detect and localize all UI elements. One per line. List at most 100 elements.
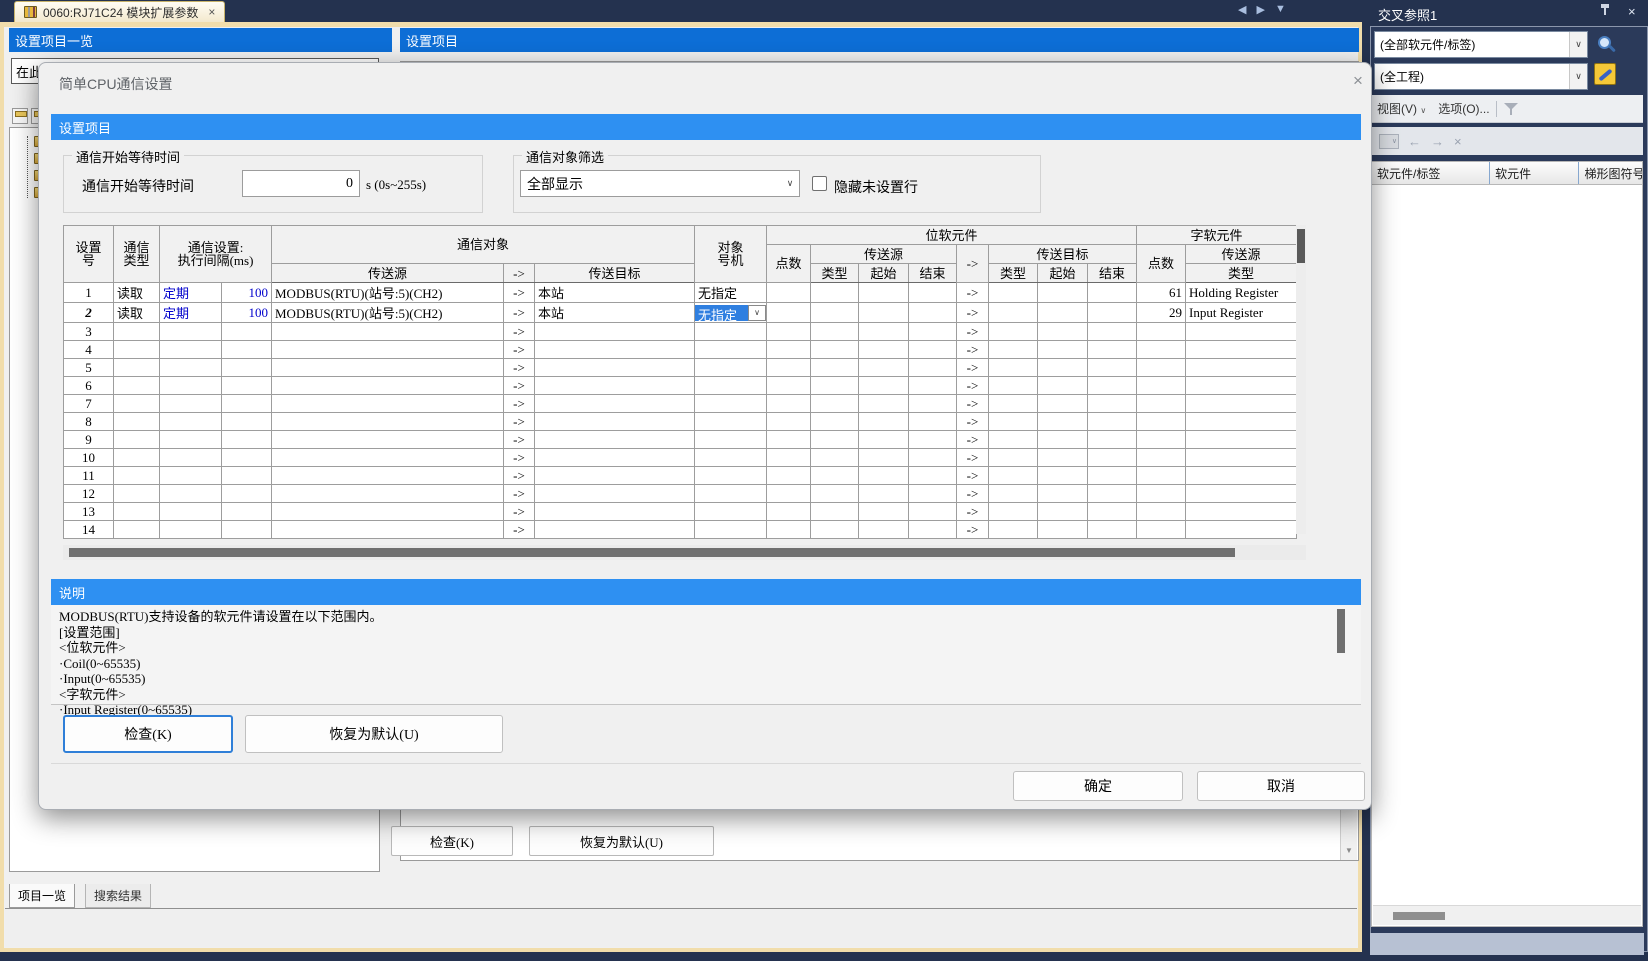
combo-dropdown-icon[interactable]: ∨ xyxy=(1569,64,1587,89)
scope-combobox[interactable]: (全工程) ∨ xyxy=(1374,63,1588,90)
table-vertical-scrollbar[interactable] xyxy=(1296,225,1306,534)
cell-target-station[interactable] xyxy=(695,341,767,359)
cell-target-station[interactable] xyxy=(695,485,767,503)
cell-comm-type[interactable] xyxy=(114,377,160,395)
cell-target-station[interactable] xyxy=(695,503,767,521)
ok-button[interactable]: 确定 xyxy=(1013,771,1183,801)
filter-dropdown[interactable]: 全部显示 ∨ xyxy=(520,170,800,197)
tab-item-list[interactable]: 项目一览 xyxy=(9,884,75,908)
tab-list-icon[interactable]: ▼ xyxy=(1275,3,1286,16)
cell-target-station[interactable] xyxy=(695,467,767,485)
target-station-dropdown-icon[interactable]: ∨ xyxy=(748,305,766,321)
cell-bit-dst-end xyxy=(1088,503,1137,521)
cell-bit-dst-end xyxy=(1088,467,1137,485)
prev-tab-icon[interactable]: ◀ xyxy=(1238,3,1246,16)
cell-comm-type[interactable] xyxy=(114,431,160,449)
filter-icon[interactable] xyxy=(1503,102,1519,116)
cell-comm-type[interactable] xyxy=(114,395,160,413)
cell-target-station[interactable]: 无指定 xyxy=(695,283,767,303)
document-tab[interactable]: 0060:RJ71C24 模块扩展参数 × xyxy=(14,1,225,22)
view-menu[interactable]: 视图(V) ∨ xyxy=(1377,100,1426,117)
cell-comm-setting[interactable]: 定期 xyxy=(160,283,222,303)
background-check-button[interactable]: 检查(K) xyxy=(391,826,513,856)
wait-time-input[interactable]: 0 xyxy=(242,170,360,197)
cell-target-station[interactable] xyxy=(695,377,767,395)
condition-settings-icon[interactable] xyxy=(1594,63,1616,85)
cell-target-station[interactable] xyxy=(695,521,767,539)
target-station-selected-value[interactable]: 无指定 xyxy=(695,305,748,321)
cell-comm-type[interactable] xyxy=(114,341,160,359)
cell-target-station[interactable] xyxy=(695,323,767,341)
cell-comm-type[interactable]: 读取 xyxy=(114,303,160,323)
tab-close-icon[interactable]: × xyxy=(208,5,215,19)
cell-comm-type[interactable]: 读取 xyxy=(114,283,160,303)
cell-target-station[interactable] xyxy=(695,413,767,431)
clear-reference-icon[interactable]: × xyxy=(1454,134,1462,149)
cell-bit-dst-start xyxy=(1038,449,1088,467)
cell-comm-type[interactable] xyxy=(114,485,160,503)
tab-search-result[interactable]: 搜索结果 xyxy=(85,884,151,908)
next-reference-icon[interactable]: → xyxy=(1431,134,1444,149)
cell-comm-setting xyxy=(160,341,222,359)
display-mode-icon[interactable]: ∨ xyxy=(1379,134,1399,149)
options-menu[interactable]: 选项(O)... xyxy=(1438,100,1489,117)
background-restore-default-button[interactable]: 恢复为默认(U) xyxy=(529,826,714,856)
cell-comm-type[interactable] xyxy=(114,359,160,377)
cell-bit-points xyxy=(767,303,811,323)
cell-word-src-type[interactable]: Holding Register xyxy=(1186,283,1297,303)
scroll-down-icon[interactable]: ▼ xyxy=(1343,845,1355,857)
next-tab-icon[interactable]: ▶ xyxy=(1256,3,1264,16)
check-button[interactable]: 检查(K) xyxy=(63,715,233,753)
cell-target-station[interactable] xyxy=(695,359,767,377)
cell-exec-interval xyxy=(222,395,272,413)
column-device[interactable]: 软元件 xyxy=(1489,162,1578,184)
cell-comm-setting xyxy=(160,323,222,341)
cell-target-station[interactable] xyxy=(695,395,767,413)
section-header-description: 说明 xyxy=(51,579,1361,605)
cell-comm-type[interactable] xyxy=(114,467,160,485)
restore-default-button[interactable]: 恢复为默认(U) xyxy=(245,715,503,753)
description-scrollbar-thumb[interactable] xyxy=(1337,609,1345,653)
panel-close-icon[interactable]: × xyxy=(1628,4,1636,19)
cell-source[interactable]: MODBUS(RTU)(站号:5)(CH2) xyxy=(272,283,504,303)
column-device-label[interactable]: 软元件/标签 xyxy=(1372,162,1489,184)
cell-bit-dst-type[interactable] xyxy=(989,303,1038,323)
cell-target-station[interactable]: 无指定∨ xyxy=(695,303,767,323)
cell-bit-dst-type[interactable] xyxy=(989,283,1038,303)
scrollbar-thumb[interactable] xyxy=(69,548,1235,557)
cell-target-station[interactable] xyxy=(695,449,767,467)
document-tab-label: 0060:RJ71C24 模块扩展参数 xyxy=(43,4,198,21)
tree-expand-icon[interactable] xyxy=(12,108,28,124)
scrollbar-thumb[interactable] xyxy=(1297,229,1305,263)
cell-comm-setting[interactable]: 定期 xyxy=(160,303,222,323)
scrollbar-thumb[interactable] xyxy=(1393,912,1445,920)
cancel-button[interactable]: 取消 xyxy=(1197,771,1365,801)
cell-exec-interval[interactable]: 100 xyxy=(222,303,272,323)
hide-unset-rows-checkbox[interactable] xyxy=(812,176,827,191)
cell-target-station[interactable] xyxy=(695,431,767,449)
dialog-close-icon[interactable]: × xyxy=(1347,71,1369,91)
device-filter-combobox[interactable]: (全部软元件/标签) ∨ xyxy=(1374,31,1588,58)
cell-bit-src-type[interactable] xyxy=(811,283,859,303)
cell-comm-type[interactable] xyxy=(114,521,160,539)
cell-comm-type[interactable] xyxy=(114,323,160,341)
search-icon[interactable] xyxy=(1598,36,1611,49)
table-row: 13->-> xyxy=(64,503,1297,521)
combo-dropdown-icon[interactable]: ∨ xyxy=(1569,32,1587,57)
cell-word-src-type[interactable]: Input Register xyxy=(1186,303,1297,323)
previous-reference-icon[interactable]: ← xyxy=(1408,134,1421,149)
cell-comm-type[interactable] xyxy=(114,503,160,521)
column-ladder-symbol[interactable]: 梯形图符号 xyxy=(1578,162,1642,184)
cell-comm-type[interactable] xyxy=(114,449,160,467)
crossref-horizontal-scrollbar[interactable] xyxy=(1373,905,1641,925)
cell-exec-interval[interactable]: 100 xyxy=(222,283,272,303)
table-horizontal-scrollbar[interactable] xyxy=(63,545,1306,560)
cell-comm-type[interactable] xyxy=(114,413,160,431)
cell-arrow: -> xyxy=(504,467,535,485)
dropdown-chevron-icon[interactable]: ∨ xyxy=(781,171,799,196)
cell-bit-src-type[interactable] xyxy=(811,303,859,323)
pin-icon[interactable] xyxy=(1604,8,1606,15)
cell-dest xyxy=(535,413,695,431)
cell-source[interactable]: MODBUS(RTU)(站号:5)(CH2) xyxy=(272,303,504,323)
cell-bit-src-type xyxy=(811,413,859,431)
